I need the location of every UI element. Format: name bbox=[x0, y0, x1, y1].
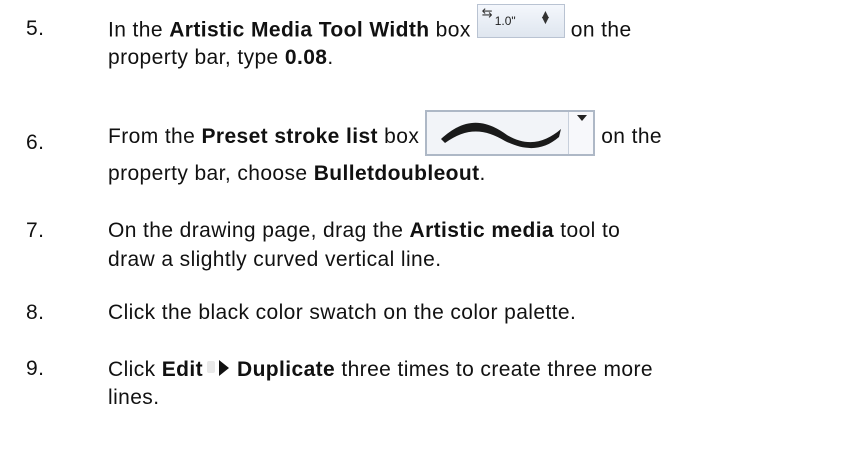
step-7: 7. On the drawing page, drag the Artisti… bbox=[0, 216, 844, 296]
stroke-preview-icon bbox=[441, 123, 562, 149]
step-line: Click the black color swatch on the colo… bbox=[108, 301, 577, 324]
step-number: 8. bbox=[26, 301, 45, 324]
step-text: Click Edit Duplicate three times to creat… bbox=[108, 354, 844, 412]
step-5: 5. In the Artistic Media Tool Width box … bbox=[0, 4, 844, 84]
step-text: From the Preset stroke list box on the p… bbox=[108, 110, 844, 188]
step-text: On the drawing page, drag the Artistic m… bbox=[108, 216, 844, 274]
step-text: In the Artistic Media Tool Width box ⇆ 1… bbox=[108, 4, 844, 72]
dropdown-arrow-icon bbox=[568, 112, 594, 155]
step-9: 9. Click Edit Duplicate three times to cr… bbox=[0, 354, 844, 434]
width-spin-box-icon: ⇆ 1.0" ▲ ▼ bbox=[476, 4, 565, 38]
preset-stroke-icon bbox=[425, 110, 596, 157]
menu-arrow-icon bbox=[203, 354, 237, 382]
step-line: draw a slightly curved vertical line. bbox=[108, 248, 442, 271]
ui-term: Preset stroke list bbox=[201, 125, 378, 148]
step-number: 9. bbox=[26, 357, 45, 380]
step-number: 7. bbox=[26, 219, 45, 242]
ui-term: Artistic Media Tool Width bbox=[169, 18, 430, 42]
step-number: 6. bbox=[26, 131, 45, 154]
step-line: lines. bbox=[108, 386, 160, 409]
ui-term: 0.08 bbox=[284, 46, 328, 69]
step-line: In the Artistic Media Tool Width box ⇆ 1… bbox=[108, 4, 632, 42]
spin-arrows-icon: ▲ ▼ bbox=[539, 7, 552, 27]
step-line: From the Preset stroke list box on the bbox=[108, 110, 844, 159]
step-line: Click Edit Duplicate three times to creat… bbox=[108, 354, 844, 383]
width-arrows-icon: ⇆ bbox=[481, 5, 494, 20]
step-number: 5. bbox=[26, 17, 45, 40]
step-line: property bar, type 0.08. bbox=[108, 46, 334, 69]
width-value: 1.0" bbox=[494, 14, 516, 28]
step-6: 6. From the Preset stroke list box on th… bbox=[0, 106, 844, 186]
step-text: Click the black color swatch on the colo… bbox=[108, 298, 844, 327]
ui-term: Edit bbox=[161, 358, 203, 381]
ui-term: Duplicate bbox=[237, 358, 336, 381]
step-line: property bar, choose Bulletdoubleout. bbox=[108, 162, 486, 185]
ui-term: Bulletdoubleout bbox=[313, 162, 480, 185]
ui-term: Artistic media bbox=[409, 219, 555, 242]
step-line: On the drawing page, drag the Artistic m… bbox=[108, 219, 621, 242]
